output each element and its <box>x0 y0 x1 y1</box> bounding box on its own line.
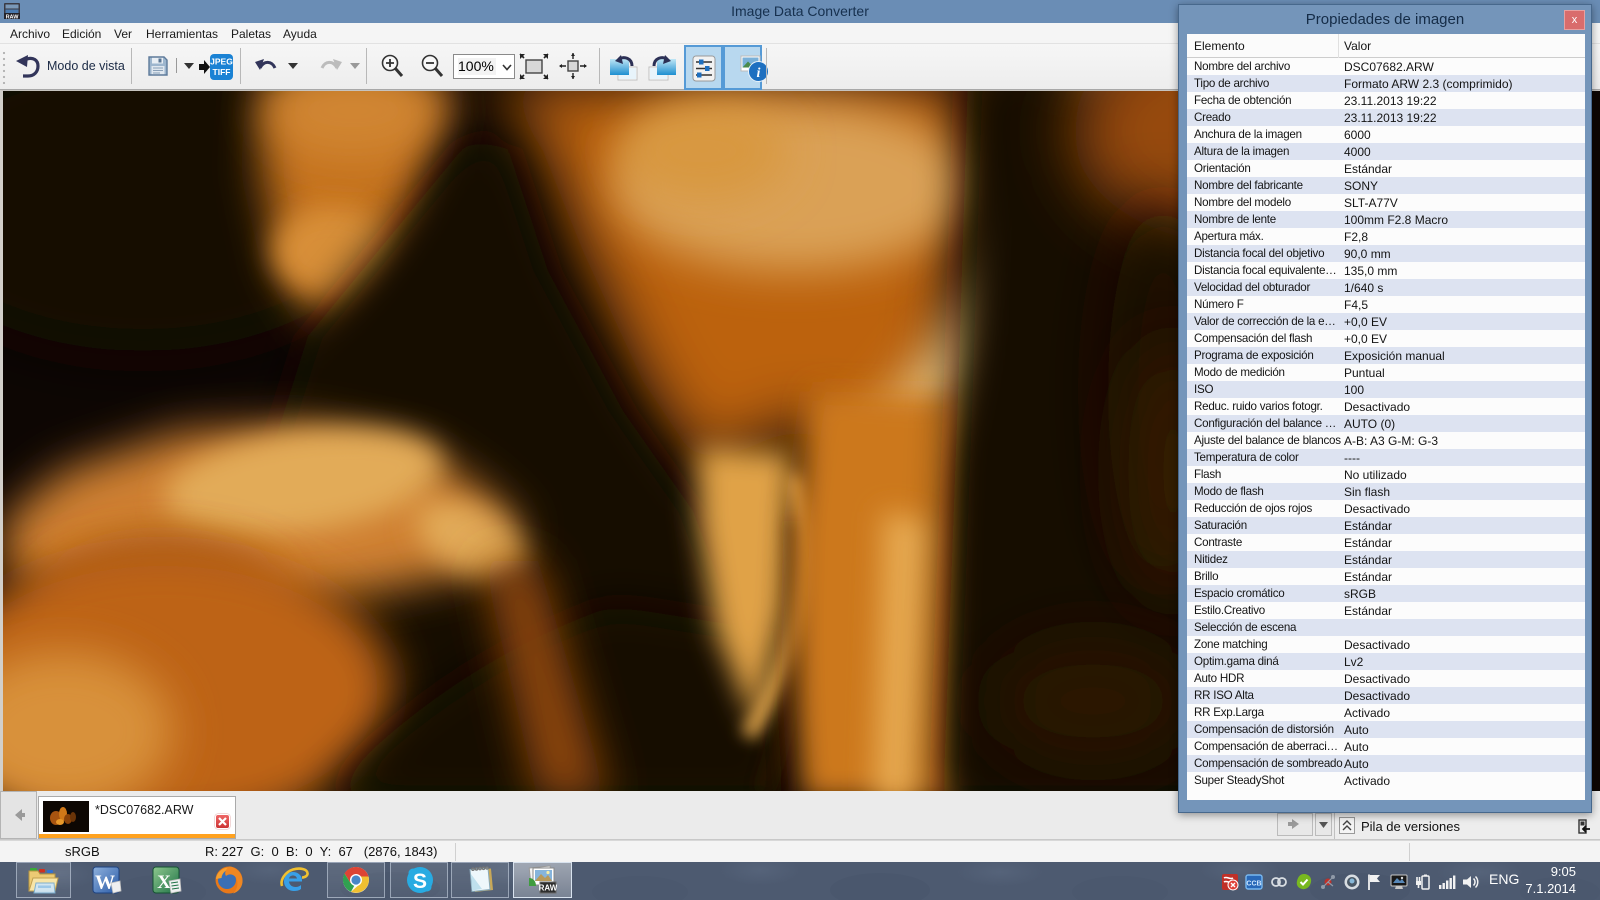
svg-text:TIFF: TIFF <box>213 67 231 77</box>
svg-text:CCB: CCB <box>1246 881 1261 888</box>
svg-text:RAW: RAW <box>539 884 557 893</box>
svg-text:i: i <box>757 66 761 81</box>
svg-text:JPEG: JPEG <box>210 57 233 67</box>
svg-text:S: S <box>413 870 427 893</box>
